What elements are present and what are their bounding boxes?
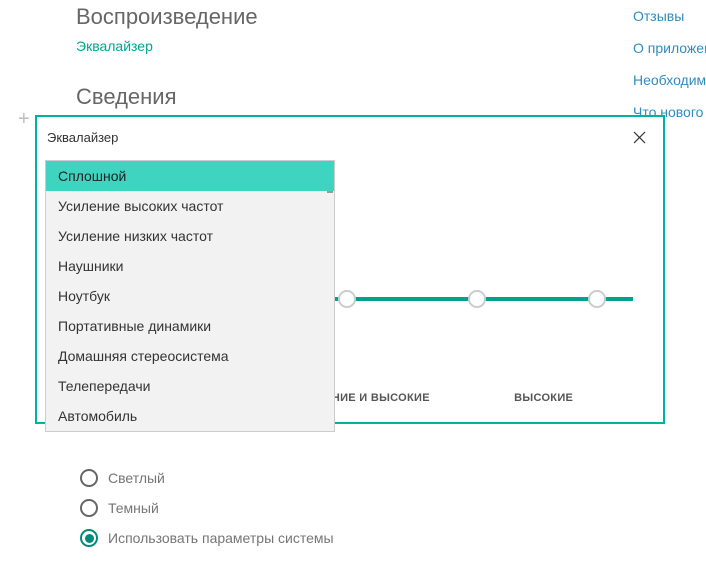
slider-thumb-2[interactable] [468, 290, 486, 308]
preset-dropdown[interactable]: Сплошной Усиление высоких частот Усилени… [45, 160, 335, 432]
theme-radio-system[interactable]: Использовать параметры системы [80, 529, 334, 547]
close-button[interactable] [625, 123, 653, 151]
radio-icon [80, 529, 98, 547]
section-heading-about: Сведения [76, 84, 706, 110]
radio-icon [80, 499, 98, 517]
preset-option-bass-boost[interactable]: Усиление низких частот [46, 221, 334, 251]
preset-option-treble-boost[interactable]: Усиление высоких частот [46, 191, 334, 221]
radio-label: Темный [108, 500, 159, 516]
dialog-titlebar: Эквалайзер [37, 117, 663, 157]
preset-option-solid[interactable]: Сплошной [46, 161, 334, 191]
theme-radio-light[interactable]: Светлый [80, 469, 334, 487]
plus-icon: + [18, 108, 30, 131]
page-content: Воспроизведение Эквалайзер Сведения [0, 0, 706, 110]
preset-option-car[interactable]: Автомобиль [46, 401, 334, 431]
preset-option-headphones[interactable]: Наушники [46, 251, 334, 281]
sidebar-link-required[interactable]: Необходимо [633, 64, 706, 96]
radio-label: Светлый [108, 470, 165, 486]
slider-thumb-1[interactable] [338, 290, 356, 308]
theme-radio-group: Светлый Темный Использовать параметры си… [80, 469, 334, 559]
preset-option-home-stereo[interactable]: Домашняя стереосистема [46, 341, 334, 371]
sidebar-link-reviews[interactable]: Отзывы [633, 0, 706, 32]
section-heading-playback: Воспроизведение [76, 4, 706, 30]
sidebar-links: Отзывы О приложении Необходимо Что новог… [633, 0, 706, 128]
radio-icon [80, 469, 98, 487]
equalizer-link[interactable]: Эквалайзер [76, 38, 706, 54]
slider-thumb-3[interactable] [588, 290, 606, 308]
sidebar-link-about[interactable]: О приложении [633, 32, 706, 64]
slider-label-high: ВЫСОКИЕ [454, 392, 633, 406]
preset-option-tv[interactable]: Телепередачи [46, 371, 334, 401]
dialog-title: Эквалайзер [47, 130, 118, 145]
close-icon [633, 131, 646, 144]
preset-option-portable-speakers[interactable]: Портативные динамики [46, 311, 334, 341]
preset-option-laptop[interactable]: Ноутбук [46, 281, 334, 311]
theme-radio-dark[interactable]: Темный [80, 499, 334, 517]
radio-label: Использовать параметры системы [108, 530, 334, 546]
